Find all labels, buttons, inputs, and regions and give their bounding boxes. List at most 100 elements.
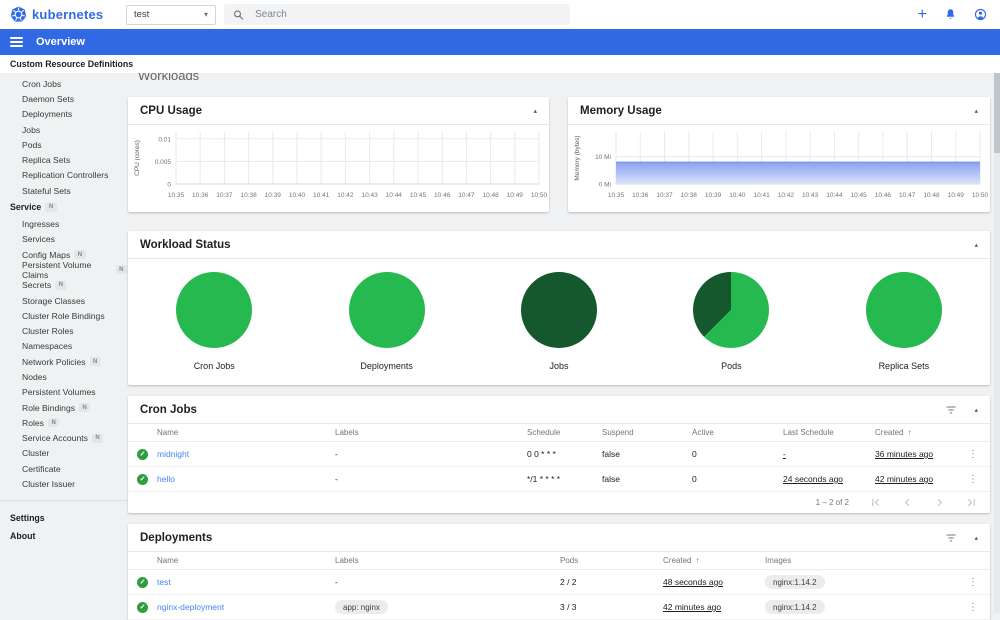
namespaced-badge: N (91, 433, 104, 443)
column-header[interactable]: Labels (335, 428, 527, 437)
column-header[interactable]: Labels (335, 556, 560, 565)
add-resource-button[interactable]: + (918, 6, 927, 23)
deployment-name-link[interactable]: nginx-deployment (157, 602, 224, 612)
sidebar-item-role-bindings[interactable]: Role Bindings N (0, 400, 127, 415)
status-ok-icon: ✓ (137, 576, 148, 588)
column-header-created[interactable]: Created ↑ (663, 556, 765, 565)
deployment-name-link[interactable]: test (157, 577, 171, 587)
workload-pie-pods: Pods (645, 272, 817, 371)
svg-text:Memory (bytes): Memory (bytes) (574, 135, 581, 180)
pie-label: Pods (721, 361, 742, 371)
sidebar-item-settings[interactable]: Settings (0, 509, 127, 527)
last-page-button[interactable] (966, 497, 977, 508)
sidebar-item-namespaces[interactable]: Namespaces (0, 339, 127, 354)
sidebar-item-storage-classes[interactable]: Storage Classes (0, 293, 127, 308)
collapse-button[interactable]: ▴ (974, 406, 978, 414)
logo-text: kubernetes (32, 7, 104, 22)
nav-title: Overview (36, 36, 85, 48)
kubernetes-logo[interactable]: kubernetes (0, 6, 120, 23)
row-menu-button[interactable]: ⋮ (968, 449, 978, 460)
deployments-card: Deployments ▴ Name Labels Pods Created ↑… (128, 524, 990, 620)
sidebar-item-replication-controllers[interactable]: Replication Controllers (0, 168, 127, 183)
schedule-cell: */1 * * * * (527, 474, 561, 484)
pie-label: Deployments (360, 361, 413, 371)
next-page-button[interactable] (934, 497, 945, 508)
active-cell: 0 (692, 449, 697, 459)
column-header[interactable]: Pods (560, 556, 663, 565)
sidebar-item-cluster-roles[interactable]: Cluster Roles (0, 323, 127, 338)
first-page-button[interactable] (870, 497, 881, 508)
sidebar-item-nodes[interactable]: Nodes (0, 369, 127, 384)
sidebar-item-services[interactable]: Services (0, 232, 127, 247)
notifications-button[interactable] (944, 8, 957, 21)
cronjob-name-link[interactable]: midnight (157, 449, 189, 459)
workload-status-pies: Cron Jobs Deployments Jobs Pods Replica Sets (128, 259, 990, 371)
menu-hamburger-icon[interactable] (10, 36, 23, 48)
sidebar-item-network-policies[interactable]: Network Policies N (0, 354, 127, 369)
cpu-usage-card: CPU Usage ▴ 0 0.005 0.01 10:35 10:36 10:37 10:… (128, 97, 549, 212)
svg-text:10:48: 10:48 (482, 192, 499, 199)
table-row[interactable]: ✓ midnight - 0 0 * * * false 0 - 36 minu… (128, 442, 990, 467)
svg-text:10:47: 10:47 (899, 192, 916, 199)
search-bar[interactable] (224, 4, 570, 25)
sidebar-item-pods[interactable]: Pods (0, 137, 127, 152)
sidebar-item-certificate[interactable]: Certificate (0, 461, 127, 476)
svg-text:10:37: 10:37 (656, 192, 673, 199)
card-title: Workload Status (140, 238, 231, 251)
column-header[interactable]: Active (692, 428, 783, 437)
column-header[interactable]: Name (157, 556, 335, 565)
column-header[interactable]: Images (765, 556, 956, 565)
column-header[interactable]: Schedule (527, 428, 602, 437)
collapse-button[interactable]: ▴ (974, 534, 978, 542)
svg-text:10:49: 10:49 (948, 192, 965, 199)
sidebar-item-about[interactable]: About (0, 527, 127, 545)
svg-text:10:44: 10:44 (826, 192, 843, 199)
search-input[interactable] (253, 8, 561, 21)
sidebar-item-cron-jobs[interactable]: Cron Jobs (0, 76, 127, 91)
row-menu-button[interactable]: ⋮ (968, 602, 978, 613)
filter-button[interactable] (945, 532, 957, 544)
namespaced-badge: N (47, 418, 60, 428)
sidebar-item-service[interactable]: Service N (0, 198, 127, 216)
sidebar-item-cluster[interactable]: Cluster (0, 446, 127, 461)
namespaced-badge: N (79, 403, 91, 413)
suspend-cell: false (602, 474, 620, 484)
filter-button[interactable] (945, 404, 957, 416)
svg-text:10:35: 10:35 (168, 192, 185, 199)
sidebar-item-daemon-sets[interactable]: Daemon Sets (0, 91, 127, 106)
column-header-created[interactable]: Created ↑ (875, 428, 956, 437)
pods-cell: 3 / 3 (560, 602, 577, 612)
namespace-select[interactable]: test ▾ (126, 4, 216, 25)
row-menu-button[interactable]: ⋮ (968, 577, 978, 588)
sidebar-item-cluster-role-bindings[interactable]: Cluster Role Bindings (0, 308, 127, 323)
collapse-button[interactable]: ▴ (974, 107, 978, 115)
svg-text:10:40: 10:40 (289, 192, 306, 199)
collapse-button[interactable]: ▴ (533, 107, 537, 115)
column-header[interactable]: Name (157, 428, 335, 437)
sidebar-item-service-accounts[interactable]: Service Accounts N (0, 431, 127, 446)
collapse-button[interactable]: ▴ (974, 241, 978, 249)
column-header[interactable]: Last Schedule (783, 428, 875, 437)
last-page-icon (967, 498, 975, 507)
sidebar-item-persistent-volumes[interactable]: Persistent Volumes (0, 385, 127, 400)
cron-jobs-card: Cron Jobs ▴ Name Labels Schedule Suspend… (128, 396, 990, 513)
sidebar-item-replica-sets[interactable]: Replica Sets (0, 152, 127, 167)
sidebar-item-stateful-sets[interactable]: Stateful Sets (0, 183, 127, 198)
account-button[interactable] (974, 8, 987, 21)
previous-page-button[interactable] (902, 497, 913, 508)
table-row[interactable]: ✓ hello - */1 * * * * false 0 24 seconds… (128, 467, 990, 492)
row-menu-button[interactable]: ⋮ (968, 474, 978, 485)
table-pagination: 1 – 2 of 2 (128, 492, 990, 513)
sidebar-item-deployments[interactable]: Deployments (0, 107, 127, 122)
cronjob-name-link[interactable]: hello (157, 474, 175, 484)
sidebar-item-roles[interactable]: Roles N (0, 415, 127, 430)
table-row[interactable]: ✓ test - 2 / 2 48 seconds ago nginx:1.14… (128, 570, 990, 595)
sidebar-item-cluster-issuer[interactable]: Cluster Issuer (0, 476, 127, 491)
column-header[interactable]: Suspend (602, 428, 692, 437)
sidebar-item-persistent-volume-claims[interactable]: Persistent Volume Claims N (0, 260, 127, 280)
svg-text:10:42: 10:42 (337, 192, 354, 199)
workload-status-card: Workload Status ▴ Cron Jobs Deployments Jo… (128, 231, 990, 385)
sidebar-item-jobs[interactable]: Jobs (0, 122, 127, 137)
table-row[interactable]: ✓ nginx-deployment app: nginx 3 / 3 42 m… (128, 595, 990, 620)
sidebar-item-ingresses[interactable]: Ingresses (0, 216, 127, 231)
